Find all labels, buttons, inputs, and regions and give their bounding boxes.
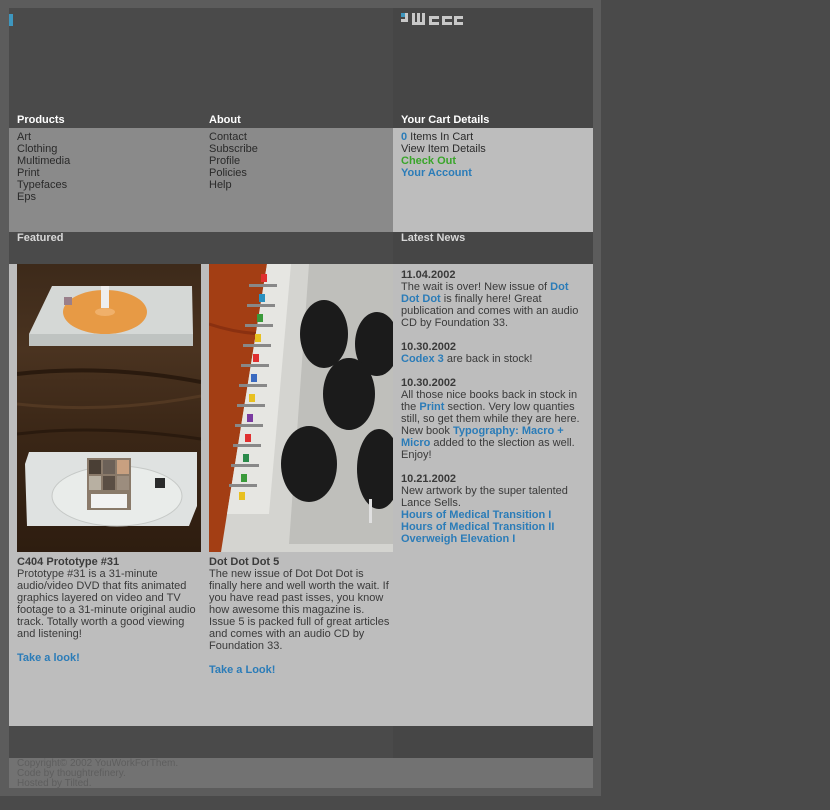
news-link-print[interactable]: Print (419, 401, 444, 413)
news-date: 10.30.2002 (401, 377, 457, 389)
news-text: are back in stock! (443, 353, 533, 365)
news-text: New artwork by the super talented Lance … (401, 485, 568, 509)
take-a-look-link[interactable]: Take a Look! (209, 664, 393, 676)
news-link-artwork-2[interactable]: Hours of Medical Transition II (401, 521, 554, 533)
footer-text: Copyright© 2002 YouWorkForThem. Code by … (17, 759, 178, 789)
products-menu: Art Clothing Multimedia Print Typefaces … (17, 131, 70, 203)
cart-count-label: Items In Cart (407, 131, 474, 143)
checkout-link[interactable]: Check Out (401, 155, 486, 167)
featured-image-magazine[interactable] (209, 264, 393, 552)
about-item-help[interactable]: Help (209, 179, 258, 191)
news-list: 11.04.2002 The wait is over! New issue o… (401, 269, 585, 557)
news-entry: 10.21.2002 New artwork by the super tale… (401, 473, 585, 545)
featured-item-description: The new issue of Dot Dot Dot is finally … (209, 568, 390, 652)
news-link-artwork-3[interactable]: Overweigh Elevation I (401, 533, 515, 545)
featured-band (9, 232, 393, 264)
news-link-codex-3[interactable]: Codex 3 (401, 353, 444, 365)
products-item-multimedia[interactable]: Multimedia (17, 155, 70, 167)
featured-item-title: C404 Prototype #31 (17, 556, 120, 568)
about-item-contact[interactable]: Contact (209, 131, 258, 143)
news-heading: Latest News (401, 232, 466, 244)
take-a-look-link[interactable]: Take a look! (17, 652, 203, 664)
about-item-policies[interactable]: Policies (209, 167, 258, 179)
featured-image-dvd[interactable] (17, 264, 201, 552)
about-item-subscribe[interactable]: Subscribe (209, 143, 258, 155)
featured-item-title: Dot Dot Dot 5 (209, 556, 280, 568)
footer-band (9, 726, 393, 758)
news-date: 11.04.2002 (401, 269, 456, 281)
featured-item-1: C404 Prototype #31 Prototype #31 is a 31… (17, 556, 203, 664)
news-entry: 10.30.2002 All those nice books back in … (401, 377, 585, 461)
featured-item-2: Dot Dot Dot 5 The new issue of Dot Dot D… (209, 556, 393, 676)
products-item-eps[interactable]: Eps (17, 191, 70, 203)
products-item-art[interactable]: Art (17, 131, 70, 143)
news-date: 10.21.2002 (401, 473, 457, 485)
cart-heading: Your Cart Details (401, 114, 490, 126)
header-right (393, 8, 593, 128)
header-left (9, 8, 393, 128)
products-item-print[interactable]: Print (17, 167, 70, 179)
news-entry: 11.04.2002 The wait is over! New issue o… (401, 269, 585, 329)
ywft-logo[interactable] (401, 13, 463, 25)
cart-menu: 0 Items In Cart View Item Details Check … (401, 131, 486, 179)
accent-bar (9, 14, 13, 26)
about-heading: About (209, 114, 241, 126)
footer-band-right (393, 726, 593, 758)
hosting-credit-line: Hosted by Tilted. (17, 778, 92, 789)
products-item-typefaces[interactable]: Typefaces (17, 179, 70, 191)
featured-heading: Featured (17, 232, 64, 244)
cart-count-line: 0 Items In Cart (401, 131, 486, 143)
about-item-profile[interactable]: Profile (209, 155, 258, 167)
view-item-details-link[interactable]: View Item Details (401, 143, 486, 155)
news-text: The wait is over! New issue of (401, 281, 551, 293)
featured-item-description: Prototype #31 is a 31-minute audio/video… (17, 568, 196, 640)
news-link-artwork-1[interactable]: Hours of Medical Transition I (401, 509, 551, 521)
about-menu: Contact Subscribe Profile Policies Help (209, 131, 258, 191)
news-date: 10.30.2002 (401, 341, 457, 353)
your-account-link[interactable]: Your Account (401, 167, 486, 179)
products-item-clothing[interactable]: Clothing (17, 143, 70, 155)
products-heading: Products (17, 114, 65, 126)
news-entry: 10.30.2002 Codex 3 are back in stock! (401, 341, 585, 365)
